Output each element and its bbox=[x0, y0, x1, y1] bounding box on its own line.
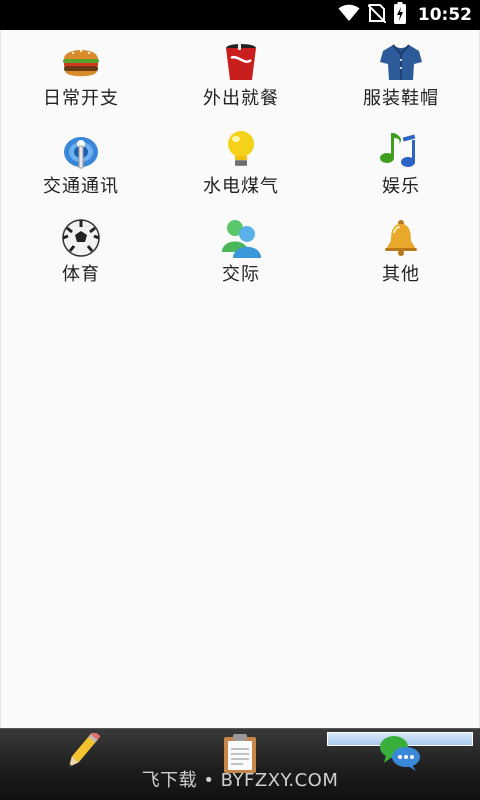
category-dining-out[interactable]: 外出就餐 bbox=[161, 40, 321, 128]
category-social[interactable]: 交际 bbox=[161, 216, 321, 304]
category-daily-expenses[interactable]: 日常开支 bbox=[1, 40, 161, 128]
category-label: 交通通讯 bbox=[43, 176, 119, 197]
shirt-icon bbox=[379, 40, 423, 84]
battery-charging-icon bbox=[393, 2, 406, 28]
category-label: 日常开支 bbox=[43, 88, 119, 109]
soda-cup-icon bbox=[219, 40, 263, 84]
category-sports[interactable]: 体育 bbox=[1, 216, 161, 304]
no-sim-icon bbox=[367, 3, 387, 27]
category-label: 体育 bbox=[62, 264, 100, 285]
category-clothing[interactable]: 服装鞋帽 bbox=[321, 40, 480, 128]
category-label: 外出就餐 bbox=[203, 88, 279, 109]
watermark-text: 飞下载 • BYFZXY.COM bbox=[141, 770, 339, 791]
category-transport-communication[interactable]: 交通通讯 bbox=[1, 128, 161, 216]
category-other[interactable]: 其他 bbox=[321, 216, 480, 304]
wifi-icon bbox=[338, 4, 360, 26]
category-utilities[interactable]: 水电煤气 bbox=[161, 128, 321, 216]
status-icons: 10:52 bbox=[338, 0, 472, 30]
soccer-ball-icon bbox=[59, 216, 103, 260]
category-entertainment[interactable]: 娱乐 bbox=[321, 128, 480, 216]
category-label: 服装鞋帽 bbox=[363, 88, 439, 109]
category-label: 其他 bbox=[382, 264, 420, 285]
category-panel: 日常开支 外出就餐 服装鞋帽 交通通讯 水电煤气 娱乐 体育 交际 其他 bbox=[0, 30, 480, 728]
people-icon bbox=[219, 216, 263, 260]
category-label: 交际 bbox=[222, 264, 260, 285]
burger-icon bbox=[59, 40, 103, 84]
bell-icon bbox=[379, 216, 423, 260]
antenna-icon bbox=[59, 128, 103, 172]
category-grid: 日常开支 外出就餐 服装鞋帽 交通通讯 水电煤气 娱乐 体育 交际 其他 bbox=[1, 40, 480, 304]
category-label: 水电煤气 bbox=[203, 176, 279, 197]
category-label: 娱乐 bbox=[382, 176, 420, 197]
music-notes-icon bbox=[379, 128, 423, 172]
status-bar: 10:52 bbox=[0, 0, 480, 30]
lightbulb-icon bbox=[219, 128, 263, 172]
status-time: 10:52 bbox=[417, 5, 472, 25]
